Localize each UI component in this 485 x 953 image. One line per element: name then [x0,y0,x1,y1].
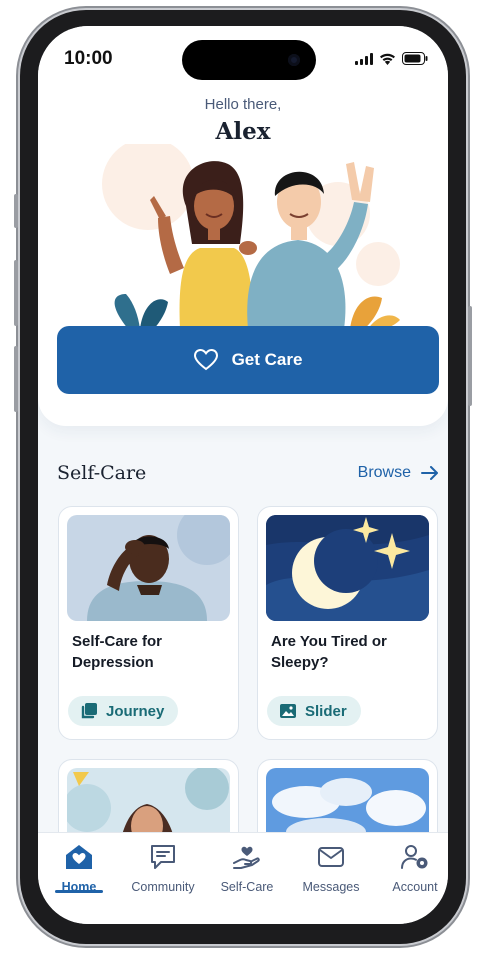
heart-outline-icon [193,349,218,371]
user-name: Alex [215,118,271,145]
image-icon [280,704,296,718]
status-icons [355,52,428,65]
moon-and-stars-illustration [266,515,429,621]
man-holding-head-photo [67,515,230,621]
nav-self-care-label: Self-Care [220,880,274,894]
home-heart-icon [66,845,92,869]
browse-label: Browse [357,464,411,481]
self-care-header: Self-Care Browse [57,462,439,484]
envelope-icon [318,847,344,867]
volume-up-button [14,260,18,326]
journey-chip[interactable]: Journey [68,696,179,726]
nav-messages[interactable]: Messages [291,843,371,894]
bottom-navigation: Home Community Self-Care Messages Accoun… [38,832,448,924]
power-button [468,306,472,406]
volume-down-button [14,346,18,412]
browse-link[interactable]: Browse [358,464,439,482]
status-bar: 10:00 [38,26,448,86]
get-care-button[interactable]: Get Care [57,326,439,394]
wifi-icon [380,53,395,65]
nav-account[interactable]: Account [375,843,448,894]
greeting-text: Hello there, [204,96,282,113]
front-camera [288,54,300,66]
journey-stack-icon [81,703,97,719]
slider-chip-label: Slider [305,702,347,720]
nav-messages-label: Messages [302,880,360,894]
arrow-right-icon [421,466,438,480]
cellular-signal-icon [355,52,373,65]
hand-heart-icon [233,846,260,869]
user-gear-icon [401,845,428,869]
get-care-label: Get Care [231,350,303,369]
nav-home[interactable]: Home [39,843,119,894]
card-title: Self-Care for Depression [72,633,163,671]
dynamic-island [182,40,316,80]
card-title: Are You Tired or Sleepy? [271,633,387,671]
nav-account-label: Account [392,880,438,894]
hero-card: Hello there, Alex Get Care [38,26,448,426]
battery-icon [402,52,428,65]
nav-self-care[interactable]: Self-Care [207,843,287,894]
self-care-card-depression[interactable]: Self-Care for Depression Journey [58,506,239,740]
status-time: 10:00 [64,48,113,69]
slider-chip[interactable]: Slider [267,696,361,726]
self-care-title: Self-Care [57,462,147,484]
nav-community-label: Community [131,880,195,894]
journey-chip-label: Journey [106,702,165,720]
active-tab-indicator [55,890,103,893]
app-screen: Hello there, Alex Get Care 10:00 Self-Ca… [38,26,448,924]
nav-community[interactable]: Community [123,843,203,894]
action-button [14,194,18,228]
hero-illustration [102,144,400,329]
self-care-card-tired-sleepy[interactable]: Are You Tired or Sleepy? Slider [257,506,438,740]
chat-bubble-icon [151,845,175,869]
